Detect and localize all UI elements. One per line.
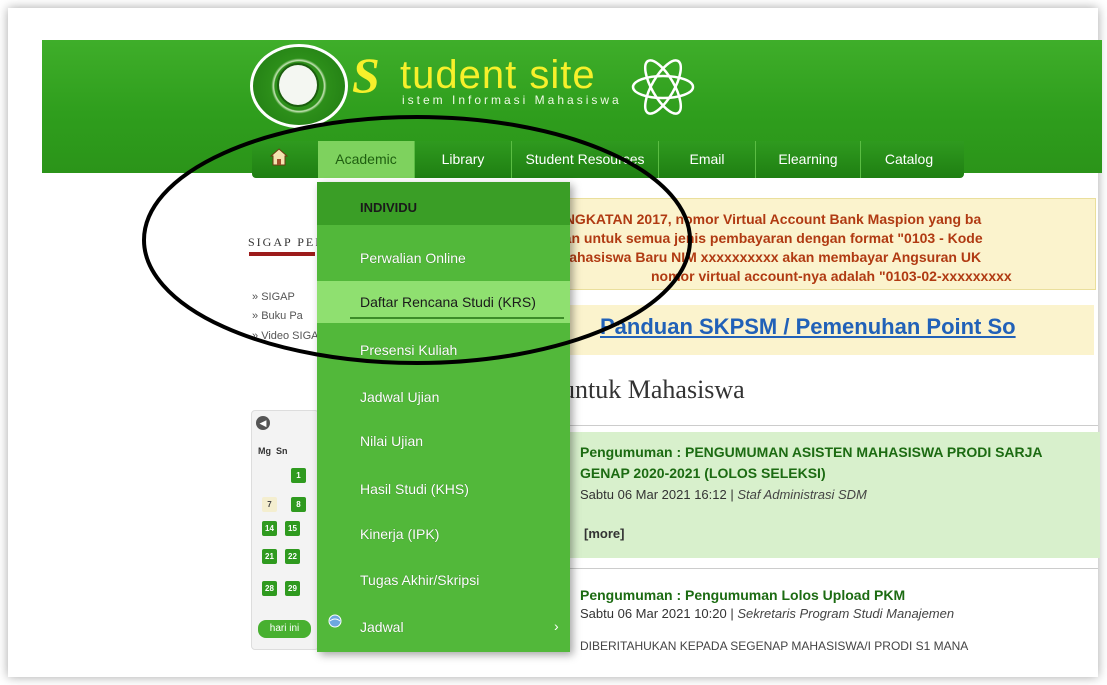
announcement-line: Khusus ANGKATAN 2017, nomor Virtual Acco… <box>500 211 982 227</box>
nav-student-resources[interactable]: Student Resources <box>512 141 659 178</box>
dropdown-section-label: INDIVIDU <box>360 200 418 215</box>
divider <box>488 425 1098 426</box>
menu-item-underline <box>350 317 564 319</box>
announcement-line: nomor virtual account-nya adalah "0103-0… <box>651 268 1012 284</box>
sidebar-link-sigap[interactable]: » SIGAP <box>252 291 295 303</box>
calendar-prev-icon[interactable]: ◀ <box>256 416 270 430</box>
calendar-day[interactable]: 15 <box>285 521 300 536</box>
announcement-line: Contoh: Mahasiswa Baru NIM xxxxxxxxxx ak… <box>500 249 982 265</box>
calendar-day[interactable]: 14 <box>262 521 277 536</box>
news-meta: Sabtu 06 Mar 2021 10:20 | Sekretaris Pro… <box>580 606 955 621</box>
news-body: DIBERITAHUKAN KEPADA SEGENAP MAHASISWA/I… <box>580 639 969 653</box>
menu-item-tugas-akhir[interactable]: Tugas Akhir/Skripsi <box>360 572 479 588</box>
calendar-day[interactable]: 22 <box>285 549 300 564</box>
menu-item-kinerja-ipk[interactable]: Kinerja (IPK) <box>360 526 439 542</box>
nav-library[interactable]: Library <box>415 141 512 178</box>
calendar-day-header-sn: Sn <box>276 446 288 456</box>
news-title[interactable]: Pengumuman : PENGUMUMAN ASISTEN MAHASISW… <box>580 444 1043 460</box>
news-title-cont[interactable]: GENAP 2020-2021 (LOLOS SELEKSI) <box>580 465 826 481</box>
calendar-day-header-mg: Mg <box>258 446 271 456</box>
divider <box>488 568 1098 569</box>
atom-icon <box>631 59 695 115</box>
sidebar-link-buku-panduan[interactable]: » Buku Pa <box>252 310 303 322</box>
menu-item-presensi-kuliah[interactable]: Presensi Kuliah <box>360 342 457 358</box>
calendar-day[interactable]: 28 <box>262 581 277 596</box>
chevron-right-icon: › <box>554 618 559 634</box>
news-more-link[interactable]: [more] <box>584 526 624 541</box>
university-seal-logo <box>250 44 348 128</box>
calendar-today-button[interactable]: hari ini <box>258 620 311 638</box>
menu-item-nilai-ujian[interactable]: Nilai Ujian <box>360 433 423 449</box>
menu-item-perwalian-online[interactable]: Perwalian Online <box>360 250 466 266</box>
nav-academic[interactable]: Academic <box>318 141 415 178</box>
nav-email[interactable]: Email <box>659 141 756 178</box>
menu-item-jadwal-ujian[interactable]: Jadwal Ujian <box>360 389 439 405</box>
menu-item-hasil-studi[interactable]: Hasil Studi (KHS) <box>360 481 469 497</box>
announcement-line: digunakan untuk semua jenis pembayaran d… <box>510 230 983 246</box>
sidebar-heading-rule <box>249 252 315 256</box>
calendar-day[interactable]: 21 <box>262 549 277 564</box>
nav-elearning[interactable]: Elearning <box>756 141 861 178</box>
news-title[interactable]: Pengumuman : Pengumuman Lolos Upload PKM <box>580 587 905 603</box>
news-meta: Sabtu 06 Mar 2021 16:12 | Staf Administr… <box>580 487 867 502</box>
nav-catalog[interactable]: Catalog <box>861 141 957 178</box>
calendar-day[interactable]: 29 <box>285 581 300 596</box>
menu-item-jadwal[interactable]: Jadwal <box>360 619 404 635</box>
calendar-day[interactable]: 7 <box>262 497 277 512</box>
sidebar-link-video-sigap[interactable]: » Video SIGAP <box>252 330 326 342</box>
calendar-day[interactable]: 8 <box>291 497 306 512</box>
menu-item-krs[interactable]: Daftar Rencana Studi (KRS) <box>360 294 536 310</box>
brand-first-letter: S <box>352 47 380 103</box>
panduan-skpsm-link[interactable]: Panduan SKPSM / Pemenuhan Point So <box>600 314 1016 340</box>
dropdown-section-header <box>317 182 570 225</box>
brand-subtitle: istem Informasi Mahasiswa <box>402 93 622 107</box>
home-icon[interactable] <box>270 148 288 166</box>
calendar-day[interactable]: 1 <box>291 468 306 483</box>
jadwal-globe-icon <box>328 614 342 628</box>
brand-title: tudent site <box>400 53 596 97</box>
